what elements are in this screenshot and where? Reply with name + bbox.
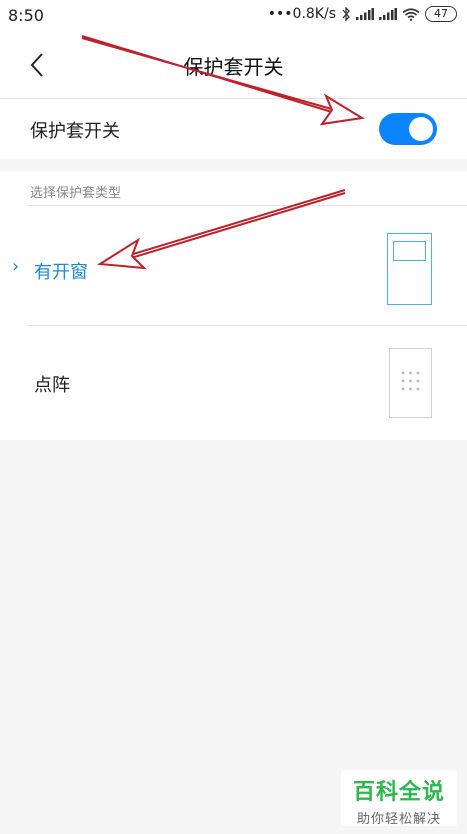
watermark-subtitle: 助你轻松解决	[356, 812, 441, 827]
cover-type-section: 选择保护套类型 › 有开窗 点阵	[0, 171, 467, 440]
cover-switch-toggle[interactable]	[379, 113, 437, 145]
page-title: 保护套开关	[183, 55, 284, 79]
status-bar: 8:50 •••0.8K/s 47	[0, 0, 467, 32]
option-dot-matrix[interactable]: 点阵	[0, 326, 467, 440]
cover-switch-row: 保护套开关	[0, 99, 467, 159]
section-gap	[0, 159, 467, 171]
watermark-title: 百科全说	[352, 780, 445, 805]
wifi-icon	[402, 7, 420, 21]
nav-bar: 保护套开关	[0, 32, 467, 98]
battery-icon: 47	[425, 6, 457, 22]
toggle-knob	[409, 117, 433, 141]
signal-icon	[356, 8, 374, 20]
option-label: 有开窗	[34, 262, 88, 283]
bluetooth-icon	[342, 7, 350, 21]
watermark-logo: 百科全说 助你轻松解决	[341, 770, 457, 827]
chevron-right-icon: ›	[12, 256, 20, 277]
network-speed: •••0.8K/s	[267, 6, 336, 22]
dot-matrix-cover-icon	[389, 348, 432, 418]
status-icons: •••0.8K/s 47	[268, 6, 457, 22]
window-cover-icon	[387, 233, 432, 305]
option-window-cover[interactable]: › 有开窗	[0, 206, 467, 325]
option-label: 点阵	[34, 375, 70, 396]
status-time: 8:50	[8, 6, 44, 25]
cover-switch-label: 保护套开关	[30, 121, 120, 142]
section-label: 选择保护套类型	[30, 186, 122, 201]
signal-icon	[379, 8, 397, 20]
